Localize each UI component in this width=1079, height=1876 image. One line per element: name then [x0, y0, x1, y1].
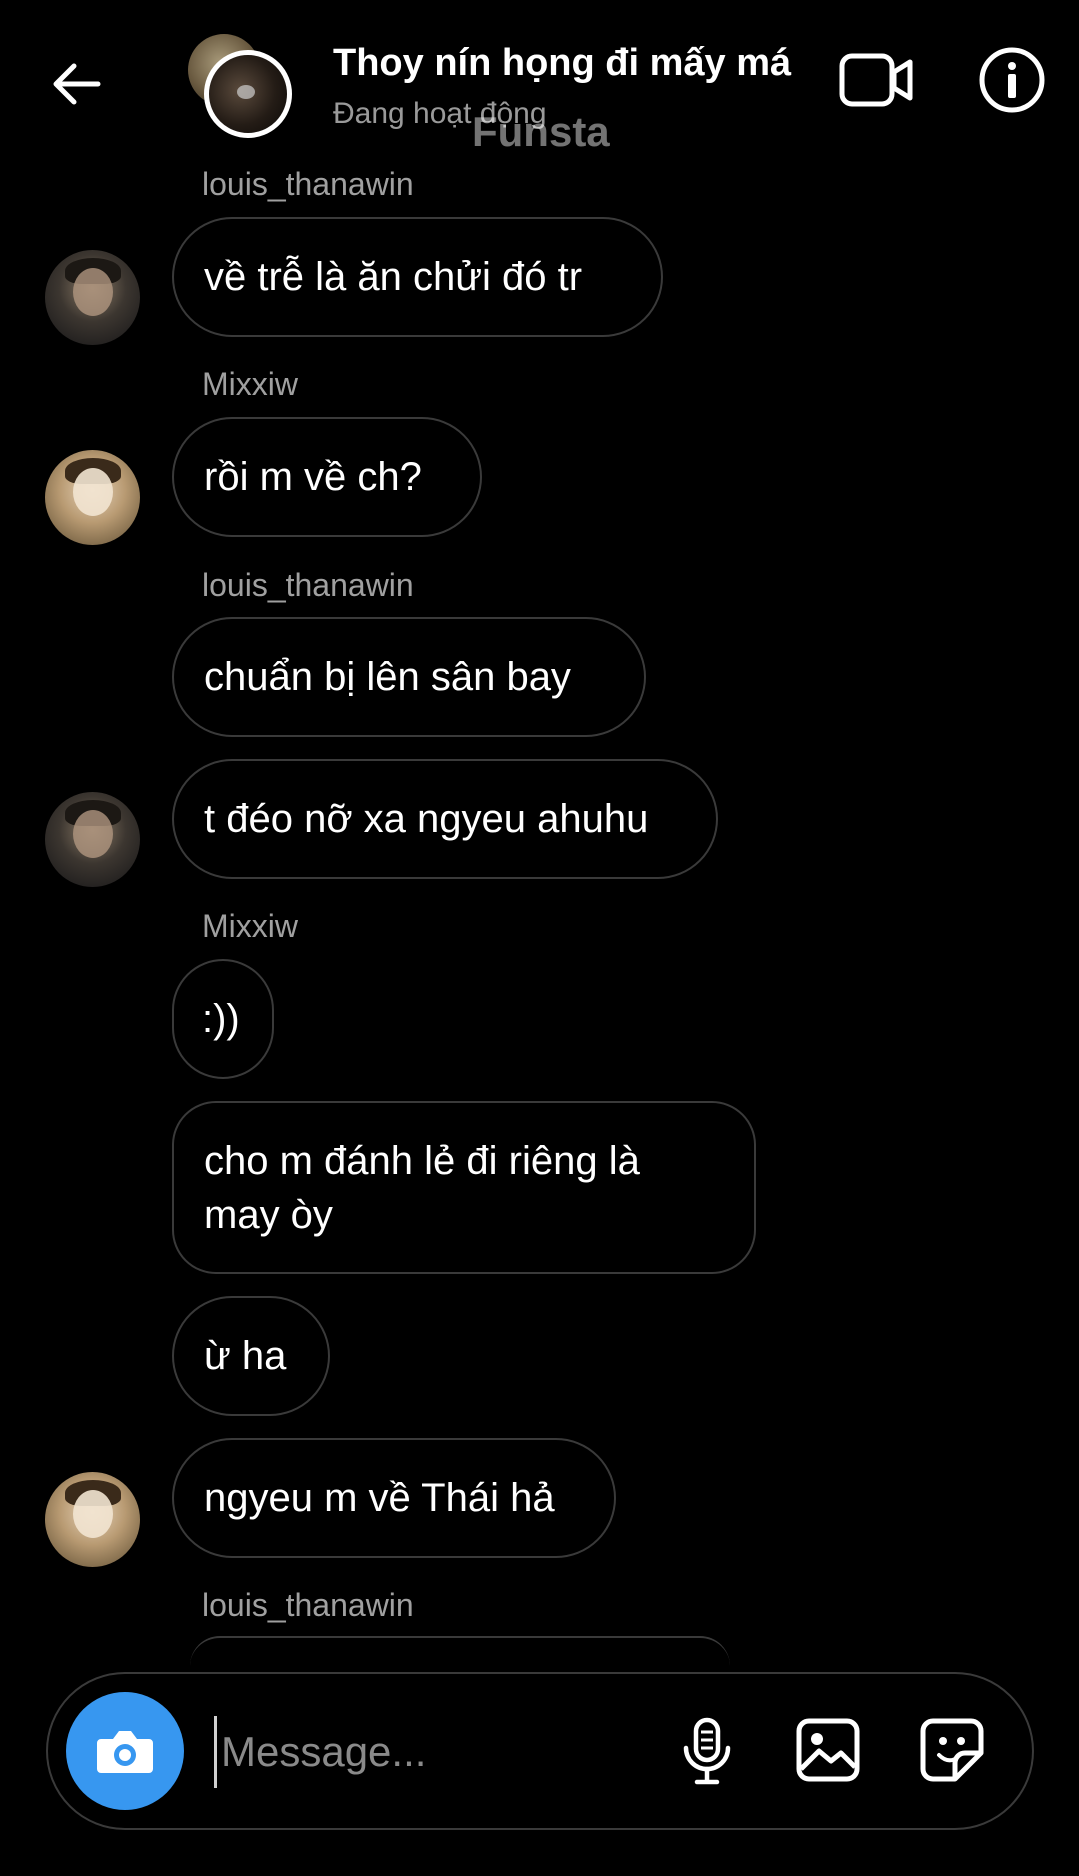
- avatar-mixxiw[interactable]: [45, 1472, 140, 1567]
- sender-name: louis_thanawin: [202, 567, 414, 603]
- group-avatar[interactable]: [188, 34, 298, 144]
- avatar-face: [73, 268, 113, 316]
- info-button[interactable]: [976, 44, 1048, 116]
- group-avatar-front: [204, 50, 292, 138]
- message-bubble[interactable]: rồi m về ch?: [172, 417, 482, 537]
- info-icon: [979, 47, 1045, 113]
- avatar-face: [73, 468, 113, 516]
- camera-button[interactable]: [66, 1692, 184, 1810]
- message-input[interactable]: [214, 1716, 661, 1788]
- message-bubble-partial[interactable]: [190, 1636, 730, 1666]
- message-bubble[interactable]: chuẩn bị lên sân bay: [172, 617, 646, 737]
- sender-name: louis_thanawin: [202, 166, 414, 202]
- avatar-face: [73, 810, 113, 858]
- message-bubble[interactable]: :)): [172, 959, 274, 1079]
- message-bubble[interactable]: ngyeu m về Thái hả: [172, 1438, 616, 1558]
- gallery-icon: [796, 1718, 860, 1782]
- chat-title[interactable]: Thoy nín họng đi mấy má: [333, 42, 791, 85]
- back-button[interactable]: [36, 44, 116, 124]
- chat-header: Thoy nín họng đi mấy má Đang hoạt động F…: [0, 0, 1079, 165]
- avatar-louis[interactable]: [45, 250, 140, 345]
- message-bubble[interactable]: cho m đánh lẻ đi riêng là may òy: [172, 1101, 756, 1274]
- message-bubble[interactable]: ừ ha: [172, 1296, 330, 1416]
- gallery-button[interactable]: [790, 1712, 866, 1788]
- sticker-button[interactable]: [914, 1712, 990, 1788]
- video-call-button[interactable]: [836, 44, 916, 116]
- message-bubble[interactable]: t đéo nỡ xa ngyeu ahuhu: [172, 759, 718, 879]
- microphone-icon: [683, 1717, 731, 1785]
- avatar-mixxiw[interactable]: [45, 450, 140, 545]
- camera-icon: [97, 1731, 153, 1773]
- avatar-louis[interactable]: [45, 792, 140, 887]
- sticker-icon: [920, 1718, 984, 1782]
- video-camera-icon: [839, 53, 913, 107]
- message-bubble[interactable]: về trễ là ăn chửi đó tr: [172, 217, 663, 337]
- arrow-left-icon: [53, 63, 101, 105]
- watermark-text: Funsta: [472, 108, 610, 155]
- sender-name: louis_thanawin: [202, 1587, 414, 1623]
- voice-message-button[interactable]: [672, 1712, 742, 1792]
- sender-name: Mixxiw: [202, 366, 298, 402]
- sender-name: Mixxiw: [202, 908, 298, 944]
- avatar-face: [73, 1490, 113, 1538]
